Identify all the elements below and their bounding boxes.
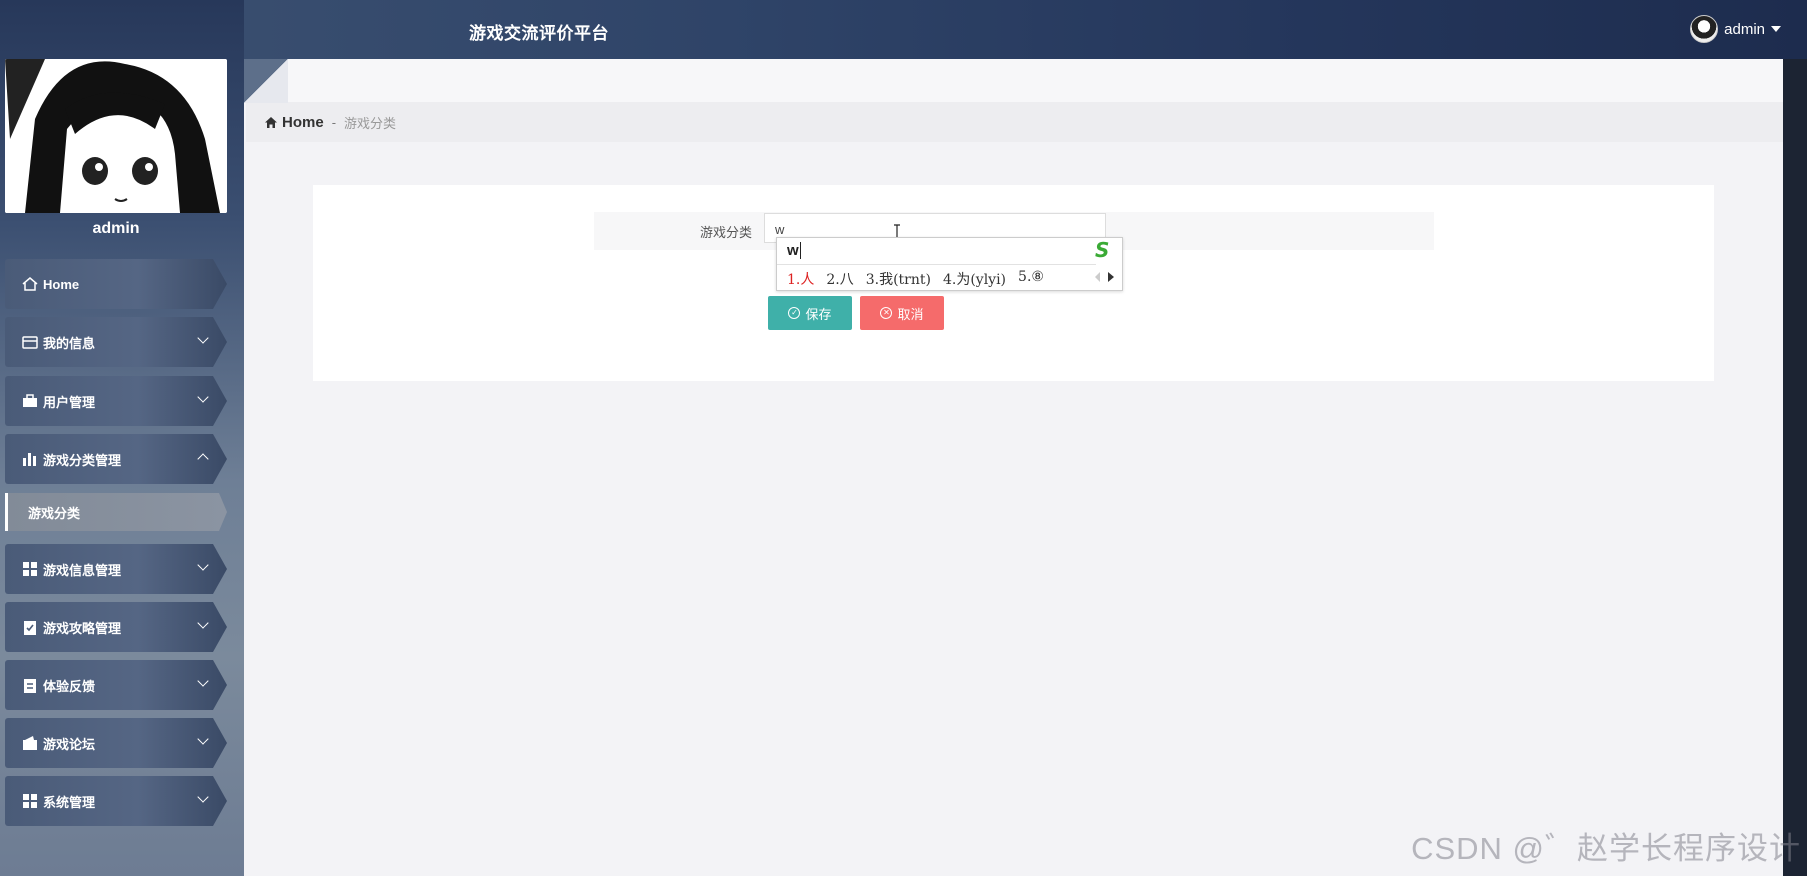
tab-bar	[246, 59, 1783, 102]
sidebar-item-label: 游戏信息管理	[43, 562, 122, 578]
ime-composition: w	[787, 242, 801, 259]
home-icon	[21, 276, 39, 292]
window-edge	[1783, 59, 1807, 876]
cancel-button[interactable]: ✕ 取消	[860, 296, 944, 330]
top-bar: 游戏交流评价平台 admin	[0, 0, 1807, 59]
profile-name: admin	[92, 220, 140, 237]
breadcrumb-home[interactable]: Home	[264, 114, 324, 131]
ime-candidate[interactable]: 5.⑧	[1018, 269, 1044, 289]
cancel-label: 取消	[897, 306, 924, 322]
sidebar-subitem-label: 游戏分类	[28, 505, 81, 521]
chevron-up-icon	[197, 453, 209, 465]
sidebar-item-label: 我的信息	[43, 335, 96, 351]
sogou-logo-icon: S	[1095, 238, 1110, 262]
wallet-icon	[21, 334, 39, 350]
sidebar-item-my-info[interactable]: 我的信息	[5, 317, 227, 367]
breadcrumb-home-label: Home	[282, 113, 324, 131]
ime-candidate[interactable]: 4.为(ylyi)	[943, 269, 1006, 289]
sidebar-item-label: Home	[43, 276, 80, 292]
sidebar-item-game-info-management[interactable]: 游戏信息管理	[5, 544, 227, 594]
breadcrumb-current: 游戏分类	[344, 115, 397, 131]
chevron-down-icon	[197, 617, 209, 629]
chevron-down-icon	[197, 675, 209, 687]
user-menu[interactable]: admin	[1690, 15, 1781, 43]
ime-candidate[interactable]: 3.我(trnt)	[866, 269, 931, 289]
ime-candidate-window[interactable]: w S 1.人 2.八 3.我(trnt) 4.为(ylyi) 5.⑧	[776, 237, 1123, 291]
home-icon	[265, 116, 277, 128]
chevron-down-icon	[197, 391, 209, 403]
ime-composition-text: w	[787, 242, 799, 259]
ime-candidates: 1.人 2.八 3.我(trnt) 4.为(ylyi) 5.⑧	[787, 269, 1044, 289]
sidebar-item-system-management[interactable]: 系统管理	[5, 776, 227, 826]
ime-candidate[interactable]: 2.八	[826, 269, 853, 289]
briefcase-icon	[21, 393, 39, 409]
next-page-icon[interactable]	[1108, 272, 1114, 282]
ime-pager	[1095, 272, 1114, 282]
watermark: CSDN @゛赵学长程序设计	[1411, 831, 1801, 866]
user-name: admin	[1724, 20, 1765, 38]
grid-icon	[21, 561, 39, 577]
ime-caret	[799, 242, 801, 259]
avatar	[1690, 15, 1719, 43]
prev-page-icon[interactable]	[1095, 272, 1100, 282]
sidebar-item-label: 系统管理	[43, 794, 96, 810]
page-fold-decoration	[244, 59, 288, 103]
sidebar-item-home[interactable]: Home	[5, 259, 227, 309]
caret-down-icon	[1771, 26, 1781, 32]
profile-avatar	[5, 59, 227, 213]
category-label: 游戏分类	[700, 225, 753, 240]
clipboard-icon	[21, 677, 39, 693]
sidebar-item-label: 游戏攻略管理	[43, 620, 122, 636]
sidebar-item-label: 游戏论坛	[43, 736, 96, 752]
sidebar-item-label: 游戏分类管理	[43, 452, 122, 468]
grid-icon	[21, 793, 39, 809]
save-label: 保存	[805, 306, 832, 322]
sidebar-item-game-category-management[interactable]: 游戏分类管理	[5, 434, 227, 484]
clipboard-check-icon	[21, 619, 39, 635]
close-circle-icon: ✕	[880, 307, 893, 319]
chevron-down-icon	[197, 733, 209, 745]
sidebar-item-label: 体验反馈	[43, 678, 96, 694]
sidebar-item-user-management[interactable]: 用户管理	[5, 376, 227, 426]
sidebar: admin Home 我的信息 用户管理 游戏分类管理 游戏分类 游戏信息管理 …	[0, 0, 244, 876]
sidebar-item-experience-feedback[interactable]: 体验反馈	[5, 660, 227, 710]
check-circle-icon: ✓	[788, 307, 801, 319]
bar-chart-icon	[21, 451, 39, 467]
ime-candidate[interactable]: 1.人	[787, 269, 814, 289]
wallet-icon	[21, 735, 39, 751]
breadcrumb-separator: -	[331, 114, 337, 130]
ime-divider	[777, 264, 1096, 265]
sidebar-item-game-forum[interactable]: 游戏论坛	[5, 718, 227, 768]
site-title: 游戏交流评价平台	[469, 24, 609, 43]
chevron-down-icon	[197, 791, 209, 803]
chevron-down-icon	[197, 332, 209, 344]
save-button[interactable]: ✓ 保存	[768, 296, 852, 330]
sidebar-item-label: 用户管理	[43, 394, 96, 410]
breadcrumb: Home - 游戏分类	[246, 102, 1783, 142]
chevron-down-icon	[197, 559, 209, 571]
sidebar-item-game-guide-management[interactable]: 游戏攻略管理	[5, 602, 227, 652]
sidebar-subitem-game-category[interactable]: 游戏分类	[5, 493, 227, 531]
